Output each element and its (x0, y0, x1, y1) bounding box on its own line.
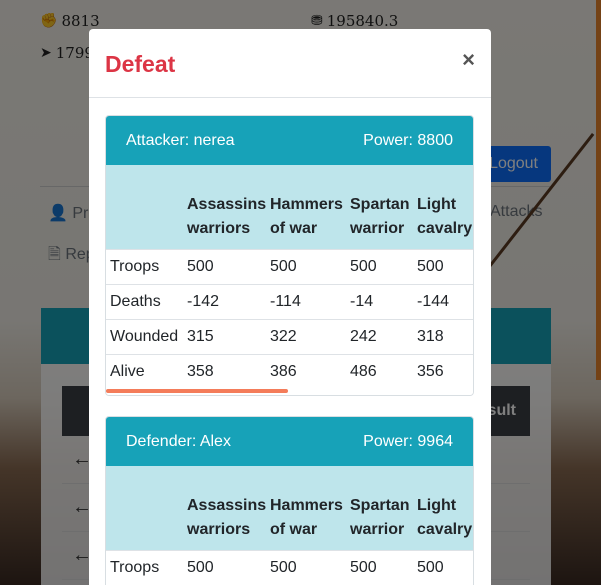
close-button[interactable]: × (462, 47, 475, 73)
table-cell: 315 (183, 318, 266, 354)
table-cell: -14 (346, 283, 413, 319)
column-header: Hammers of war (270, 496, 343, 538)
table-row: Troops 500 500 500 500 (106, 248, 473, 284)
table-cell: 500 (266, 549, 346, 585)
table-cell: 500 (346, 248, 413, 284)
defender-troops-table: Assassins warriors Hammers of war Sparta… (106, 466, 473, 585)
attacker-card: Attacker: nerea Power: 8800 Assassins wa… (105, 115, 474, 396)
table-cell: 500 (346, 549, 413, 585)
defender-name: Defender: Alex (126, 432, 231, 450)
column-header: Spartan warrior (350, 496, 410, 538)
table-cell: -114 (266, 283, 346, 319)
table-cell: 322 (266, 318, 346, 354)
table-cell: 500 (266, 248, 346, 284)
column-header: Hammers of war (270, 195, 343, 237)
row-label: Troops (106, 549, 183, 585)
column-header: Light cavalry (417, 195, 473, 237)
horizontal-scrollbar[interactable] (106, 389, 473, 395)
modal-body: Attacker: nerea Power: 8800 Assassins wa… (89, 98, 491, 585)
table-cell: 500 (183, 248, 266, 284)
table-cell: 356 (413, 353, 473, 389)
table-cell: 386 (266, 353, 346, 389)
table-row: Deaths -142 -114 -14 -144 (106, 283, 473, 319)
defender-card: Defender: Alex Power: 9964 Assassins war… (105, 416, 474, 585)
row-label: Deaths (106, 283, 183, 319)
table-row: Alive 358 386 486 356 (106, 353, 473, 389)
table-header-row: Assassins warriors Hammers of war Sparta… (106, 466, 473, 550)
attacker-card-header: Attacker: nerea Power: 8800 (106, 116, 473, 165)
row-label: Alive (106, 353, 183, 389)
table-cell: 318 (413, 318, 473, 354)
modal-header: Defeat × (89, 29, 491, 98)
table-cell: 486 (346, 353, 413, 389)
column-header: Light cavalry (417, 496, 473, 538)
table-cell: 242 (346, 318, 413, 354)
table-header-row: Assassins warriors Hammers of war Sparta… (106, 165, 473, 249)
modal-title: Defeat (105, 51, 176, 77)
column-header (106, 466, 183, 550)
scrollbar-thumb[interactable] (106, 389, 288, 393)
table-cell: -142 (183, 283, 266, 319)
table-cell: 500 (413, 549, 473, 585)
row-label: Wounded (106, 318, 183, 354)
column-header (106, 165, 183, 249)
table-cell: -144 (413, 283, 473, 319)
defender-power: Power: 9964 (363, 432, 453, 450)
table-cell: 500 (183, 549, 266, 585)
column-header: Assassins warriors (187, 195, 267, 237)
battle-result-modal: Defeat × Attacker: nerea Power: 8800 Ass… (89, 29, 491, 585)
column-header: Assassins warriors (187, 496, 267, 538)
attacker-name: Attacker: nerea (126, 131, 235, 149)
table-row: Troops 500 500 500 500 (106, 549, 473, 585)
attacker-power: Power: 8800 (363, 131, 453, 149)
defender-card-header: Defender: Alex Power: 9964 (106, 417, 473, 466)
column-header: Spartan warrior (350, 195, 410, 237)
table-cell: 500 (413, 248, 473, 284)
row-label: Troops (106, 248, 183, 284)
table-cell: 358 (183, 353, 266, 389)
table-row: Wounded 315 322 242 318 (106, 318, 473, 354)
attacker-troops-table: Assassins warriors Hammers of war Sparta… (106, 165, 473, 389)
